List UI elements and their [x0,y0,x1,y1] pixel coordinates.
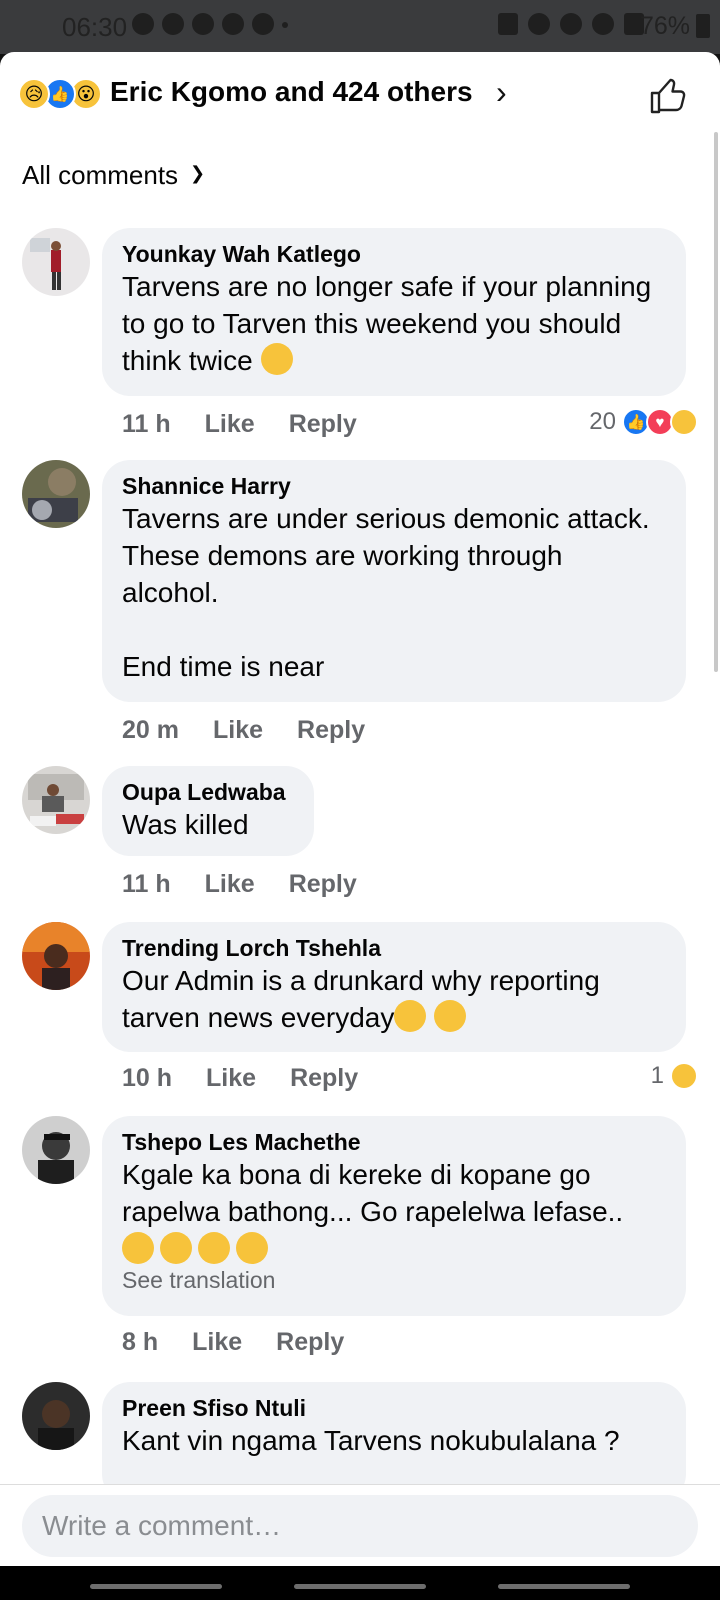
nav-back-handle[interactable] [498,1584,630,1589]
notification-icon [252,13,274,35]
system-navigation-bar [0,1566,720,1600]
comment-time[interactable]: 10 h [122,1064,172,1093]
comment-input[interactable] [22,1495,698,1557]
comment-actions: 8 h Like Reply [122,1328,344,1357]
avatar[interactable] [22,460,90,528]
folded-hands-emoji-icon [198,1232,230,1264]
notification-icon [132,13,154,35]
battery-icon [696,14,710,38]
reaction-count: 1 [650,1062,664,1089]
reply-button[interactable]: Reply [290,1064,358,1093]
like-button[interactable]: Like [205,870,255,899]
comment-bubble[interactable]: Tshepo Les Machethe Kgale ka bona di ker… [102,1116,686,1316]
nav-recents-handle[interactable] [90,1584,222,1589]
reply-button[interactable]: Reply [289,870,357,899]
folded-hands-emoji-icon [122,1232,154,1264]
nav-home-handle[interactable] [294,1584,426,1589]
see-translation-link[interactable]: See translation [122,1266,666,1294]
notification-icon [162,13,184,35]
comment-composer [0,1484,720,1566]
comment-author[interactable]: Tshepo Les Machethe [122,1128,666,1156]
chevron-down-icon: ❯ [190,163,206,183]
comment-author[interactable]: Shannice Harry [122,472,666,500]
comment-time[interactable]: 11 h [122,870,171,899]
notification-icons [132,13,288,35]
comment-actions: 11 h Like Reply [122,870,357,899]
reply-button[interactable]: Reply [276,1328,344,1357]
comment-actions: 20 m Like Reply [122,716,365,745]
avatar[interactable] [22,1116,90,1184]
sleepy-face-emoji-icon [434,1000,467,1032]
folded-hands-emojis [122,1232,666,1264]
comment-filter-label: All comments [22,160,179,190]
like-button[interactable]: Like [192,1328,242,1357]
comment-time[interactable]: 8 h [122,1328,158,1357]
comment-reactions[interactable]: 1 [651,1062,698,1090]
comment-text: Kant vin ngama Tarvens nokubulalana ? [122,1425,620,1456]
battery-percent: 76% [639,12,690,40]
writing-hand-emoji-icon [394,1000,427,1032]
comment-reactions[interactable]: 20 👍 ♥ [589,408,698,436]
system-icons [498,13,644,35]
alarm-icon [528,13,550,35]
like-button[interactable]: Like [206,1064,256,1093]
avatar[interactable] [22,228,90,296]
comment-text: Our Admin is a drunkard why reporting ta… [122,965,608,1033]
comment-text: Tarvens are no longer safe if your plann… [122,271,659,376]
more-notifications-dot-icon [282,22,288,28]
mute-icon [560,13,582,35]
haha-reaction-icon [670,1062,698,1090]
comment-author[interactable]: Younkay Wah Katlego [122,240,666,268]
reaction-count: 20 [589,408,616,435]
sad-reaction-icon: 😥 [18,78,50,110]
comment-text: Was killed [122,809,249,840]
chevron-right-icon[interactable]: › [496,74,507,111]
comments-sheet: 😥 👍 😮 Eric Kgomo and 424 others › All co… [0,52,720,1484]
avatar[interactable] [22,1382,90,1450]
comment-actions: 10 h Like Reply [122,1064,358,1093]
reply-button[interactable]: Reply [297,716,365,745]
comment-bubble[interactable]: Preen Sfiso Ntuli Kant vin ngama Tarvens… [102,1382,686,1484]
comment-time[interactable]: 11 h [122,410,171,439]
reactions-header[interactable]: 😥 👍 😮 Eric Kgomo and 424 others › [0,52,720,138]
comment-bubble[interactable]: Trending Lorch Tshehla Our Admin is a dr… [102,922,686,1052]
folded-hands-emoji-icon [236,1232,268,1264]
avatar[interactable] [22,922,90,990]
comment-text: Kgale ka bona di kereke di kopane go rap… [122,1159,624,1227]
comment-author[interactable]: Trending Lorch Tshehla [122,934,666,962]
comment-filter-dropdown[interactable]: All comments ❯ [22,160,205,191]
comment-author[interactable]: Oupa Ledwaba [122,778,294,806]
sad-reaction-icon [670,408,698,436]
like-button[interactable]: Like [205,410,255,439]
lock-icon [498,13,518,35]
scrollbar[interactable] [714,132,718,672]
folded-hands-emoji-icon [160,1232,192,1264]
comment-bubble[interactable]: Shannice Harry Taverns are under serious… [102,460,686,702]
thumbs-up-icon[interactable] [648,76,688,116]
reaction-summary-text[interactable]: Eric Kgomo and 424 others [110,76,473,108]
comment-bubble[interactable]: Oupa Ledwaba Was killed [102,766,314,856]
avatar[interactable] [22,766,90,834]
comment-text: Taverns are under serious demonic attack… [122,503,650,682]
reply-button[interactable]: Reply [289,410,357,439]
comment-author[interactable]: Preen Sfiso Ntuli [122,1394,666,1422]
notification-icon [192,13,214,35]
comment-time[interactable]: 20 m [122,716,179,745]
reaction-summary-icons: 😥 👍 😮 [18,78,104,110]
comment-actions: 11 h Like Reply [122,410,357,439]
like-button[interactable]: Like [213,716,263,745]
thinking-face-emoji-icon [260,343,293,375]
status-time: 06:30 [62,12,128,42]
wifi-icon [592,13,614,35]
notification-icon [222,13,244,35]
comment-bubble[interactable]: Younkay Wah Katlego Tarvens are no longe… [102,228,686,396]
status-bar: 06:30 76% [0,0,720,54]
